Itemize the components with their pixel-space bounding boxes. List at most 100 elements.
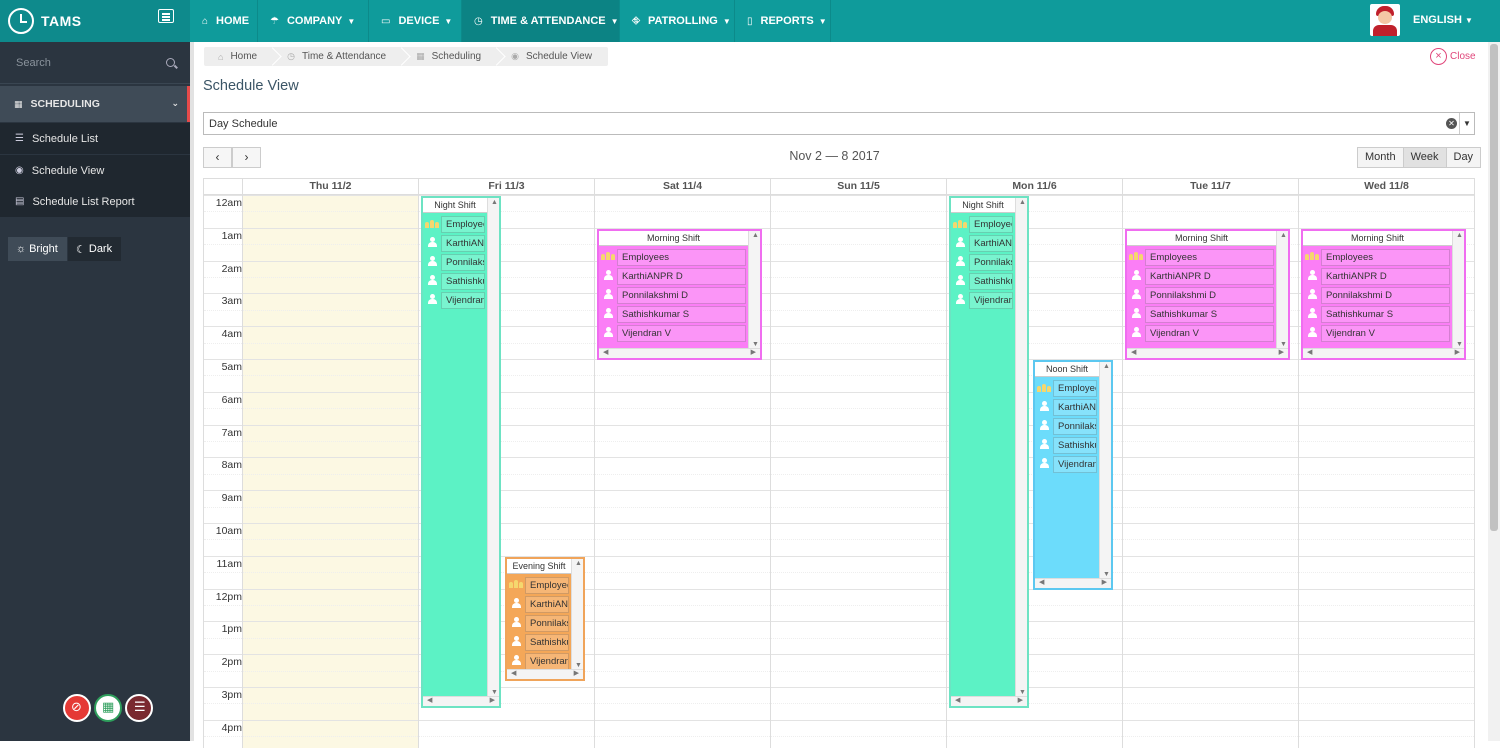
- user-avatar[interactable]: [1370, 4, 1400, 36]
- employee-row[interactable]: KarthiANPR D: [1035, 398, 1099, 417]
- scroll-right-icon[interactable]: ▶: [751, 348, 756, 356]
- scroll-up-icon[interactable]: ▲: [1456, 232, 1463, 239]
- employee-row[interactable]: Vijendran V: [1303, 324, 1452, 343]
- employee-row[interactable]: Sathishkumar S: [951, 272, 1015, 291]
- scroll-left-icon[interactable]: ◀: [511, 669, 516, 677]
- day-header[interactable]: Tue 11/7: [1123, 179, 1299, 195]
- employee-row[interactable]: Ponnilakshmi D: [599, 286, 748, 305]
- sidebar-search[interactable]: Search: [0, 42, 190, 84]
- scroll-up-icon[interactable]: ▲: [752, 232, 759, 239]
- employees-group-row[interactable]: Employees: [599, 248, 748, 267]
- theme-dark-button[interactable]: ☾ Dark: [68, 237, 121, 261]
- employee-row[interactable]: KarthiANPR D: [951, 234, 1015, 253]
- employee-row[interactable]: Ponnilakshmi D: [951, 253, 1015, 272]
- search-icon[interactable]: [166, 58, 175, 67]
- compass-button[interactable]: ⊘: [63, 694, 91, 722]
- scroll-right-icon[interactable]: ▶: [1018, 696, 1023, 704]
- employee-row[interactable]: Sathishkumar S: [423, 272, 487, 291]
- shift-event[interactable]: Noon Shift Employees KarthiANPR D Ponnilaks…: [1033, 360, 1113, 590]
- view-week-button[interactable]: Week: [1402, 147, 1447, 168]
- scroll-down-icon[interactable]: ▼: [1456, 341, 1463, 348]
- employee-row[interactable]: Vijendran V: [507, 652, 571, 670]
- vertical-scrollbar[interactable]: ▲ ▼: [487, 198, 499, 696]
- sidebar-item-schedule-list-report[interactable]: ▤ Schedule List Report: [0, 186, 190, 217]
- scroll-left-icon[interactable]: ◀: [1307, 348, 1312, 356]
- spreadsheet-button[interactable]: ▦: [94, 694, 122, 722]
- scroll-down-icon[interactable]: ▼: [1103, 571, 1110, 578]
- nav-device[interactable]: ▭ DEVICE ▼: [369, 0, 462, 42]
- theme-bright-button[interactable]: ☼ Bright: [8, 237, 67, 261]
- horizontal-scrollbar[interactable]: ◀ ▶: [423, 695, 499, 706]
- close-button[interactable]: × Close: [1430, 48, 1476, 65]
- nav-patrolling[interactable]: ⛗ PATROLLING ▼: [620, 0, 735, 42]
- day-header[interactable]: Thu 11/2: [243, 179, 419, 195]
- shift-event[interactable]: Night Shift Employees KarthiANPR D Ponnilak…: [949, 196, 1029, 708]
- vertical-scrollbar[interactable]: ▲ ▼: [571, 558, 583, 670]
- employee-row[interactable]: Sathishkumar S: [1035, 436, 1099, 455]
- breadcrumb-item[interactable]: ⌂ Home: [204, 47, 273, 66]
- employee-row[interactable]: KarthiANPR D: [1303, 267, 1452, 286]
- employee-row[interactable]: Ponnilakshmi D: [423, 253, 487, 272]
- horizontal-scrollbar[interactable]: ◀ ▶: [507, 669, 583, 680]
- day-header[interactable]: Mon 11/6: [947, 179, 1123, 195]
- employee-row[interactable]: Ponnilakshmi D: [1303, 286, 1452, 305]
- employee-row[interactable]: Vijendran V: [1035, 455, 1099, 474]
- employee-row[interactable]: Ponnilakshmi D: [1035, 417, 1099, 436]
- nav-time-attendance[interactable]: ◷ TIME & ATTENDANCE ▼: [462, 0, 620, 42]
- employees-group-row[interactable]: Employees: [507, 576, 571, 595]
- scroll-left-icon[interactable]: ◀: [603, 348, 608, 356]
- scroll-right-icon[interactable]: ▶: [1102, 578, 1107, 586]
- scroll-left-icon[interactable]: ◀: [1039, 578, 1044, 586]
- scroll-up-icon[interactable]: ▲: [1103, 363, 1110, 370]
- scroll-right-icon[interactable]: ▶: [1455, 348, 1460, 356]
- employees-group-row[interactable]: Employees: [1303, 248, 1452, 267]
- employee-row[interactable]: Sathishkumar S: [507, 633, 571, 652]
- nav-reports[interactable]: ▯ REPORTS ▼: [735, 0, 831, 42]
- scroll-left-icon[interactable]: ◀: [955, 696, 960, 704]
- employee-row[interactable]: Vijendran V: [423, 291, 487, 310]
- schedule-select[interactable]: Day Schedule ✕ ▼: [203, 112, 1475, 135]
- scroll-right-icon[interactable]: ▶: [574, 669, 579, 677]
- breadcrumb-item[interactable]: ▦ Scheduling: [402, 47, 497, 66]
- search-input[interactable]: Search: [16, 57, 51, 69]
- horizontal-scrollbar[interactable]: ◀ ▶: [1303, 347, 1464, 358]
- language-selector[interactable]: ENGLISH ▼: [1413, 14, 1473, 26]
- shift-event[interactable]: Evening ShiftEmployeesKarthiANPR DPonnil…: [505, 556, 585, 682]
- vertical-scrollbar[interactable]: ▲ ▼: [1276, 230, 1288, 348]
- caret-down-icon[interactable]: ▼: [1459, 113, 1474, 134]
- scroll-left-icon[interactable]: ◀: [1131, 348, 1136, 356]
- employee-row[interactable]: Vijendran V: [951, 291, 1015, 310]
- view-month-button[interactable]: Month: [1357, 147, 1404, 168]
- employee-row[interactable]: Sathishkumar S: [1303, 305, 1452, 324]
- horizontal-scrollbar[interactable]: ◀ ▶: [951, 695, 1027, 706]
- employees-group-row[interactable]: Employees: [1035, 379, 1099, 398]
- scroll-up-icon[interactable]: ▲: [1280, 232, 1287, 239]
- breadcrumb-item[interactable]: ◷ Time & Attendance: [273, 47, 402, 66]
- scroll-down-icon[interactable]: ▼: [1019, 689, 1026, 696]
- shift-event[interactable]: Night Shift Employees KarthiANPR D Ponnilak…: [421, 196, 501, 708]
- day-header[interactable]: Wed 11/8: [1299, 179, 1475, 195]
- server-button[interactable]: ☰: [125, 694, 153, 722]
- sidebar-section-scheduling[interactable]: ▦ SCHEDULING ⌄: [0, 86, 190, 122]
- shift-event[interactable]: Morning Shift Employees KarthiANPR D Ponnil…: [1301, 228, 1466, 360]
- clear-selection-icon[interactable]: ✕: [1446, 118, 1457, 129]
- scroll-down-icon[interactable]: ▼: [752, 341, 759, 348]
- day-header[interactable]: Sat 11/4: [595, 179, 771, 195]
- employees-group-row[interactable]: Employees: [951, 215, 1015, 234]
- scroll-right-icon[interactable]: ▶: [490, 696, 495, 704]
- scroll-down-icon[interactable]: ▼: [575, 662, 582, 669]
- nav-company[interactable]: ☂ COMPANY ▼: [258, 0, 369, 42]
- employee-row[interactable]: Sathishkumar S: [1127, 305, 1276, 324]
- scroll-up-icon[interactable]: ▲: [491, 199, 498, 206]
- horizontal-scrollbar[interactable]: ◀ ▶: [599, 347, 760, 358]
- sidebar-item-schedule-list[interactable]: ☰ Schedule List: [0, 123, 190, 154]
- employees-group-row[interactable]: Employees: [423, 215, 487, 234]
- shift-event[interactable]: Morning Shift Employees KarthiANPR D Ponnil…: [597, 228, 762, 360]
- employee-row[interactable]: Vijendran V: [1127, 324, 1276, 343]
- scroll-left-icon[interactable]: ◀: [427, 696, 432, 704]
- scroll-right-icon[interactable]: ▶: [1279, 348, 1284, 356]
- day-header[interactable]: Sun 11/5: [771, 179, 947, 195]
- employees-group-row[interactable]: Employees: [1127, 248, 1276, 267]
- employee-row[interactable]: KarthiANPR D: [599, 267, 748, 286]
- vertical-scrollbar[interactable]: ▲ ▼: [1099, 362, 1111, 578]
